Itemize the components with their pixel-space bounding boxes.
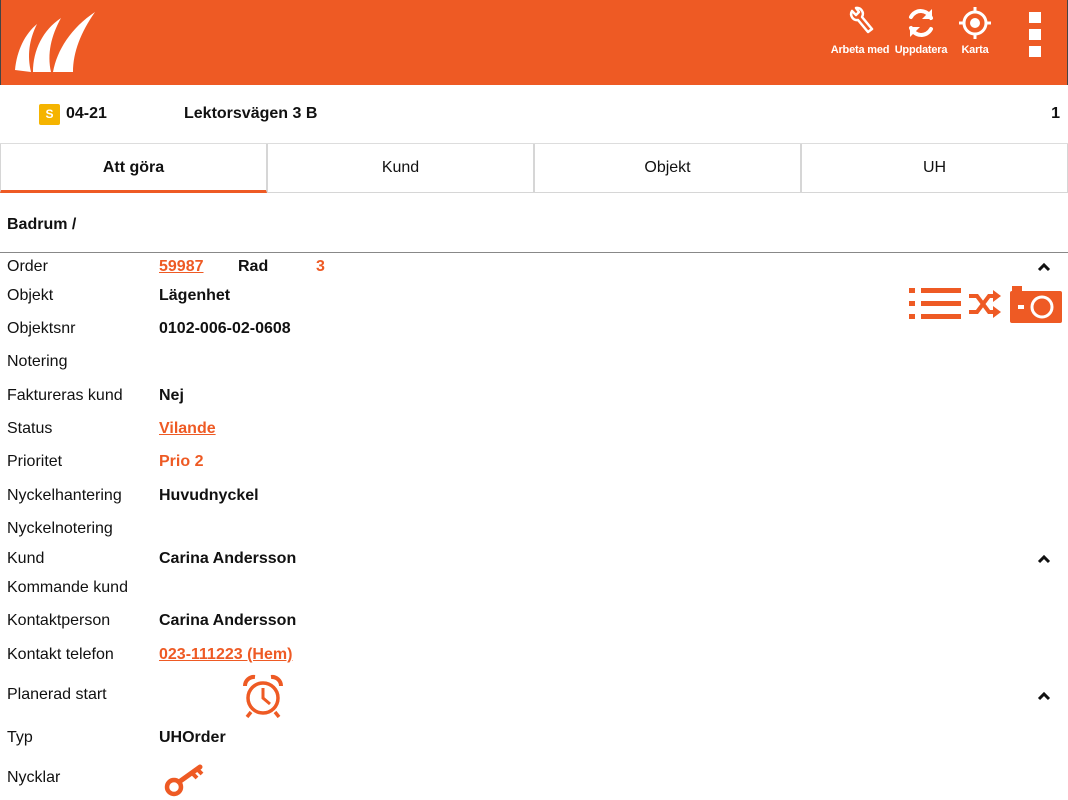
camera-icon[interactable] — [1010, 285, 1062, 323]
logo — [15, 12, 95, 72]
nyckelnotering-label: Nyckelnotering — [7, 520, 113, 537]
kontaktperson-value: Carina Andersson — [159, 612, 297, 629]
nyckelhantering-value: Huvudnyckel — [159, 487, 259, 504]
kebab-menu-icon[interactable] — [1025, 12, 1045, 58]
order-count: 1 — [1051, 105, 1060, 122]
section-title: Badrum / — [7, 216, 77, 233]
tab-objekt[interactable]: Objekt — [534, 144, 801, 193]
nycklar-label: Nycklar — [7, 769, 61, 786]
order-code: 04-21 — [66, 105, 107, 122]
tab-bar: Att göra Kund Objekt UH — [0, 143, 1068, 193]
tab-kund[interactable]: Kund — [267, 144, 534, 193]
kund-value: Carina Andersson — [159, 550, 297, 567]
nyckelhantering-label: Nyckelhantering — [7, 487, 122, 504]
prioritet-label: Prioritet — [7, 453, 63, 470]
address: Lektorsvägen 3 B — [184, 105, 318, 122]
rad-label: Rad — [238, 258, 269, 275]
divider — [0, 252, 1068, 253]
map-label: Karta — [961, 44, 989, 56]
chevron-up-icon[interactable] — [1037, 262, 1051, 272]
map-button[interactable]: Karta — [953, 6, 997, 66]
update-label: Uppdatera — [894, 44, 948, 56]
tab-uh[interactable]: UH — [801, 144, 1068, 193]
order-number-link[interactable]: 59987 — [159, 258, 204, 276]
kontakt-telefon-label: Kontakt telefon — [7, 646, 114, 663]
kontakt-telefon-link[interactable]: 023-111223 (Hem) — [159, 646, 292, 664]
objekt-value: Lägenhet — [159, 287, 231, 304]
update-button[interactable]: Uppdatera — [891, 6, 951, 66]
faktureras-label: Faktureras kund — [7, 387, 123, 404]
shuffle-icon[interactable] — [968, 290, 1002, 318]
status-badge: S — [39, 104, 60, 125]
notering-label: Notering — [7, 353, 68, 370]
objekt-label: Objekt — [7, 287, 54, 304]
wrench-icon — [849, 6, 874, 34]
chevron-up-icon[interactable] — [1037, 554, 1051, 564]
typ-label: Typ — [7, 729, 33, 746]
faktureras-value: Nej — [159, 387, 184, 404]
chevron-up-icon[interactable] — [1037, 691, 1051, 701]
status-label: Status — [7, 420, 53, 437]
prioritet-value: Prio 2 — [159, 453, 204, 470]
kontaktperson-label: Kontaktperson — [7, 612, 111, 629]
top-bar: Arbeta med Uppdatera Karta — [0, 0, 1068, 85]
objektsnr-value: 0102-006-02-0608 — [159, 320, 291, 337]
typ-value: UHOrder — [159, 729, 226, 746]
objektsnr-label: Objektsnr — [7, 320, 76, 337]
kund-label: Kund — [7, 550, 45, 567]
status-link[interactable]: Vilande — [159, 420, 216, 438]
rad-value: 3 — [316, 258, 325, 275]
crosshair-icon — [959, 7, 991, 39]
order-label: Order — [7, 258, 48, 275]
work-with-button[interactable]: Arbeta med — [829, 6, 891, 66]
key-icon[interactable] — [164, 762, 206, 798]
alarm-clock-icon[interactable] — [242, 674, 284, 718]
list-icon[interactable] — [909, 287, 961, 321]
work-with-label: Arbeta med — [830, 44, 890, 56]
refresh-icon — [909, 9, 933, 37]
order-header — [0, 85, 1068, 143]
kommande-kund-label: Kommande kund — [7, 579, 128, 596]
planerad-start-label: Planerad start — [7, 686, 107, 703]
tab-att-gora[interactable]: Att göra — [0, 144, 267, 193]
